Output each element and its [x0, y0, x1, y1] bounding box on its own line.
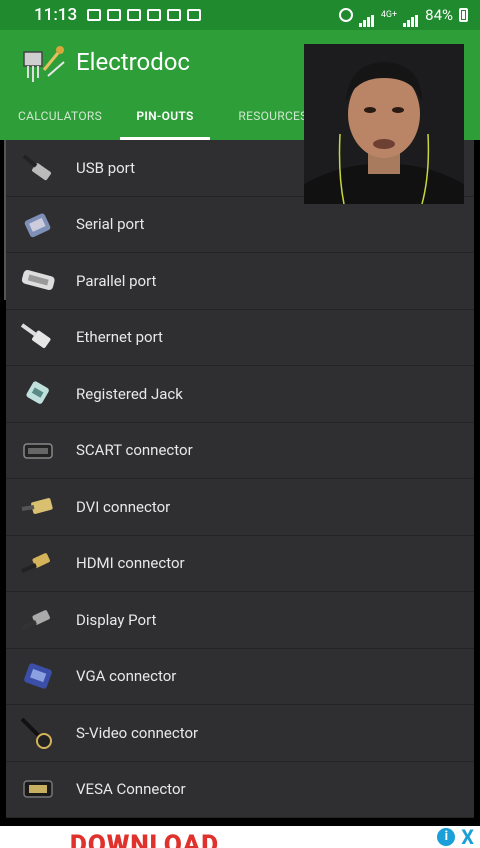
pinout-list: USB port Serial port Parallel port Ether…	[6, 140, 474, 818]
notification-icons	[87, 9, 202, 21]
list-item-ethernet-port[interactable]: Ethernet port	[6, 309, 474, 366]
battery-percent: 84%	[425, 6, 453, 24]
list-item-scart-connector[interactable]: SCART connector	[6, 422, 474, 479]
list-item-label: Display Port	[76, 610, 157, 629]
ad-close-icon[interactable]: X	[461, 827, 474, 847]
list-item-label: VGA connector	[76, 667, 177, 686]
network-type-label: 4G+	[380, 10, 398, 20]
alarm-icon	[338, 8, 353, 22]
list-item-label: SCART connector	[76, 441, 193, 460]
rj-plug-icon	[26, 381, 49, 404]
webcam-overlay	[304, 44, 464, 204]
list-item-serial-port[interactable]: Serial port	[6, 196, 474, 253]
list-item-label: S-Video connector	[76, 723, 199, 742]
displayport-plug-icon	[21, 609, 50, 630]
notification-icon	[187, 9, 202, 21]
list-item-label: Serial port	[76, 215, 145, 234]
list-item-label: DVI connector	[76, 497, 171, 516]
ad-banner[interactable]: DOWNLOAD i X	[0, 826, 480, 848]
list-item-label: HDMI connector	[76, 554, 185, 573]
serial-connector-icon	[24, 213, 51, 238]
notification-icon	[107, 9, 122, 21]
tab-pin-outs[interactable]: PIN-OUTS	[120, 100, 210, 140]
vesa-plug-icon	[23, 780, 53, 798]
dvi-plug-icon	[21, 497, 53, 514]
list-item-s-video-connector[interactable]: S-Video connector	[6, 705, 474, 762]
ethernet-plug-icon	[20, 323, 51, 349]
list-item-vga-connector[interactable]: VGA connector	[6, 648, 474, 705]
hdmi-plug-icon	[21, 553, 50, 574]
list-item-label: VESA Connector	[76, 780, 186, 799]
list-item-vesa-connector[interactable]: VESA Connector	[6, 761, 474, 818]
status-bar: 11:13 4G+ 84%	[0, 0, 480, 30]
list-item-label: Ethernet port	[76, 328, 163, 347]
signal-icon	[358, 9, 375, 27]
ad-controls: i X	[437, 827, 474, 847]
status-right: 4G+ 84%	[338, 6, 468, 27]
signal-icon-2	[403, 9, 419, 27]
list-item-hdmi-connector[interactable]: HDMI connector	[6, 535, 474, 592]
list-item-label: USB port	[76, 158, 136, 177]
battery-icon	[459, 8, 468, 22]
list-item-registered-jack[interactable]: Registered Jack	[6, 366, 474, 423]
notification-icon	[167, 9, 182, 21]
list-item-label: Registered Jack	[76, 384, 183, 403]
list-item-dvi-connector[interactable]: DVI connector	[6, 479, 474, 536]
app-title: Electrodoc	[76, 48, 190, 76]
parallel-connector-icon	[21, 269, 55, 290]
tab-calculators[interactable]: CALCULATORS	[8, 100, 112, 140]
list-item-display-port[interactable]: Display Port	[6, 592, 474, 649]
notification-icon	[147, 9, 162, 21]
app-logo-icon	[23, 46, 65, 82]
vga-plug-icon	[24, 663, 52, 689]
status-time: 11:13	[34, 5, 78, 25]
notification-icon	[127, 9, 142, 21]
notification-icon	[87, 9, 102, 21]
presenter-video	[304, 44, 464, 204]
scart-plug-icon	[23, 443, 53, 459]
ad-download-text[interactable]: DOWNLOAD	[70, 830, 219, 848]
ad-info-icon[interactable]: i	[437, 828, 456, 846]
svideo-plug-icon	[20, 717, 52, 749]
usb-plug-icon	[22, 154, 51, 180]
list-item-label: Parallel port	[76, 271, 157, 290]
list-item-parallel-port[interactable]: Parallel port	[6, 253, 474, 310]
